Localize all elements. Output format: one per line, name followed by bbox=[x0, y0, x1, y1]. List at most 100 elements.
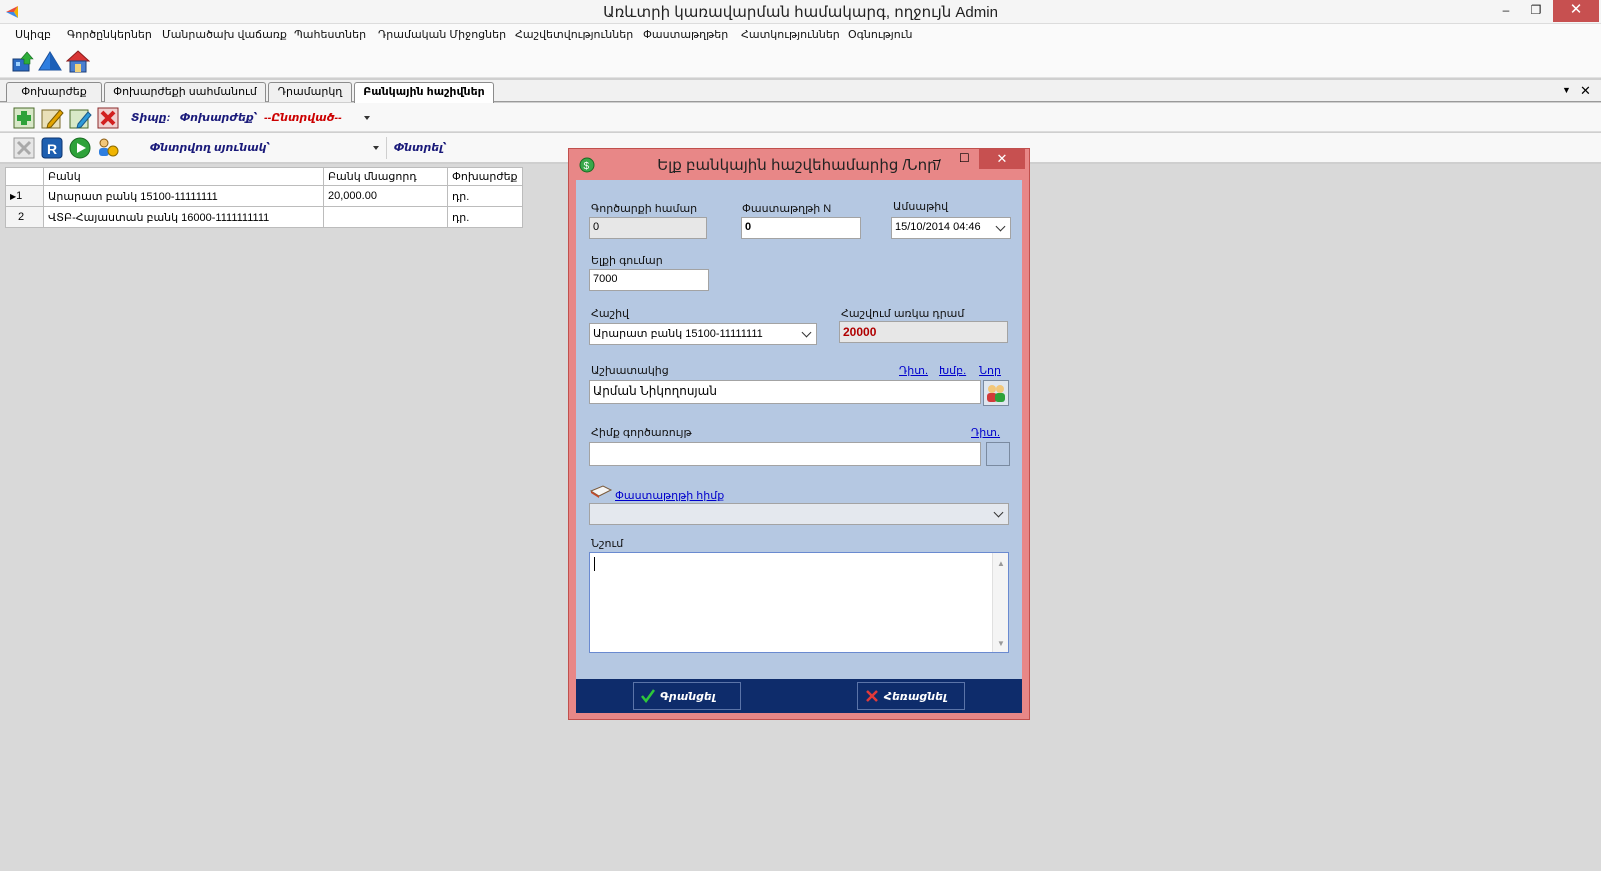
main-toolbar bbox=[0, 46, 1601, 78]
menu-item-home[interactable]: Սկիզբ bbox=[15, 28, 51, 41]
tab-cashbox[interactable]: Դրամարկղ bbox=[268, 82, 352, 102]
delete-record-icon[interactable] bbox=[96, 106, 120, 130]
clear-filter-icon[interactable] bbox=[12, 136, 36, 160]
save-button[interactable]: Գրանցել bbox=[633, 682, 741, 710]
cell-balance[interactable]: 20,000.00 bbox=[323, 185, 448, 207]
dialog-body: Գործարքի համար 0 Փաստաթղթի N 0 Ամսաթիվ 1… bbox=[576, 180, 1022, 679]
basis-field[interactable] bbox=[589, 442, 981, 466]
search-column-label: Փնտրվող սյունակ՝ bbox=[150, 142, 271, 154]
record-toolbar: Տիպը: Փոխարժեք՝ --Ընտրված-- bbox=[0, 103, 1601, 132]
cell-currency[interactable]: դր. bbox=[447, 185, 523, 207]
basis-view-link[interactable]: Դիտ. bbox=[971, 426, 1000, 439]
note-scrollbar[interactable]: ▲ ▼ bbox=[992, 553, 1008, 652]
minimize-button[interactable]: – bbox=[1491, 0, 1521, 22]
note-label: Նշում bbox=[591, 538, 624, 550]
account-value: Արարատ բանկ 15100-11111111 bbox=[593, 328, 763, 340]
tab-exchange-rate-setup[interactable]: Փոխարժեքի սահմանում bbox=[104, 82, 266, 102]
text-cursor bbox=[594, 557, 595, 571]
menu-item-retail[interactable]: Մանրածախ վաճառք bbox=[162, 28, 287, 41]
chevron-down-icon[interactable] bbox=[995, 221, 1006, 232]
svg-text:R: R bbox=[47, 141, 57, 157]
dialog-footer: Գրանցել Հեռացնել bbox=[576, 679, 1022, 713]
copy-record-icon[interactable] bbox=[68, 106, 92, 130]
refresh-icon[interactable]: R bbox=[40, 136, 64, 160]
edit-record-icon[interactable] bbox=[40, 106, 64, 130]
dialog-minimize-button[interactable]: – bbox=[933, 152, 940, 167]
basis-picker-button[interactable] bbox=[986, 442, 1010, 466]
cell-currency[interactable]: դր. bbox=[447, 206, 523, 228]
amount-field[interactable]: 7000 bbox=[589, 269, 709, 291]
balance-field[interactable]: 20000 bbox=[839, 321, 1008, 343]
restore-button[interactable]: ❐ bbox=[1521, 0, 1551, 22]
search-column-dropdown-icon[interactable] bbox=[373, 146, 379, 150]
pyramid-icon[interactable] bbox=[38, 50, 62, 74]
tab-bank-accounts[interactable]: Բանկային հաշիվներ bbox=[354, 82, 494, 103]
doc-basis-select[interactable] bbox=[589, 503, 1009, 525]
checkmark-icon bbox=[641, 689, 655, 703]
window-title: Առևտրի կառավարման համակարգ, ողջույն Admi… bbox=[603, 4, 998, 21]
employee-new-link[interactable]: Նոր bbox=[979, 364, 1001, 377]
house-icon[interactable] bbox=[66, 50, 90, 74]
chevron-down-icon[interactable] bbox=[801, 327, 812, 338]
account-label: Հաշիվ bbox=[591, 308, 630, 320]
row-number-text: 1 bbox=[16, 190, 23, 202]
chevron-down-icon[interactable] bbox=[993, 507, 1004, 518]
dialog-titlebar: $ Ելք բանկային հաշվեհամարից /Նոր/ – ☐ ✕ bbox=[569, 149, 1029, 179]
close-tab-icon[interactable]: ✕ bbox=[1580, 83, 1591, 99]
cell-bank[interactable]: ՎՏԲ-Հայաստան բանկ 16000-1111111111 bbox=[43, 206, 324, 228]
employee-field[interactable]: Արման Նիկողոսյան bbox=[589, 380, 981, 404]
employee-view-link[interactable]: Դիտ. bbox=[899, 364, 928, 377]
users-search-icon[interactable] bbox=[96, 136, 120, 160]
row-header-cell bbox=[5, 167, 44, 186]
doc-number-field[interactable]: 0 bbox=[741, 217, 861, 239]
play-icon[interactable] bbox=[68, 136, 92, 160]
tab-strip: Փոխարժեք Փոխարժեքի սահմանում Դրամարկղ Բա… bbox=[0, 80, 1601, 103]
table-row[interactable]: ▶1 Արարատ բանկ 15100-11111111 20,000.00 … bbox=[5, 185, 523, 207]
dialog-close-button[interactable]: ✕ bbox=[979, 149, 1025, 169]
type-value: Փոխարժեք՝ bbox=[180, 112, 258, 124]
doc-basis-link[interactable]: Փաստաթղթի հիմք bbox=[615, 489, 724, 502]
column-header-balance[interactable]: Բանկ մնացորդ bbox=[323, 167, 448, 186]
row-number: 2 bbox=[5, 206, 44, 228]
menu-item-properties[interactable]: Հատկություններ bbox=[741, 28, 840, 41]
cancel-button[interactable]: Հեռացնել bbox=[857, 682, 965, 710]
window-titlebar: Առևտրի կառավարման համակարգ, ողջույն Admi… bbox=[0, 0, 1601, 24]
bank-accounts-table: Բանկ Բանկ մնացորդ Փոխարժեք ▶1 Արարատ բան… bbox=[5, 167, 523, 228]
basis-label: Հիմք գործառույթ bbox=[591, 427, 692, 439]
tab-list-dropdown-icon[interactable]: ▼ bbox=[1562, 85, 1571, 95]
note-textarea[interactable]: ▲ ▼ bbox=[589, 552, 1009, 653]
account-select[interactable]: Արարատ բանկ 15100-11111111 bbox=[589, 323, 817, 345]
date-picker[interactable]: 15/10/2014 04:46 bbox=[891, 217, 1011, 239]
column-header-bank[interactable]: Բանկ bbox=[43, 167, 324, 186]
toolbar-separator bbox=[386, 137, 387, 159]
menu-item-warehouses[interactable]: Պահեստներ bbox=[294, 28, 366, 41]
menu-item-help[interactable]: Օգնություն bbox=[848, 28, 912, 41]
op-number-field[interactable]: 0 bbox=[589, 217, 707, 239]
chevron-down-icon[interactable] bbox=[364, 116, 370, 120]
type-label: Տիպը: bbox=[131, 112, 171, 124]
tab-exchange-rate[interactable]: Փոխարժեք bbox=[6, 82, 102, 102]
bank-withdrawal-dialog: $ Ելք բանկային հաշվեհամարից /Նոր/ – ☐ ✕ … bbox=[568, 148, 1030, 720]
menu-item-partners[interactable]: Գործընկերներ bbox=[67, 28, 152, 41]
upload-box-icon[interactable] bbox=[10, 50, 34, 74]
scroll-up-icon[interactable]: ▲ bbox=[997, 559, 1005, 568]
close-window-button[interactable]: ✕ bbox=[1553, 0, 1599, 22]
book-icon bbox=[589, 485, 613, 498]
amount-label: Ելքի գումար bbox=[591, 255, 663, 267]
menu-item-cash[interactable]: Դրամական Միջոցներ bbox=[378, 28, 506, 41]
dialog-maximize-button[interactable]: ☐ bbox=[959, 151, 970, 165]
table-row[interactable]: 2 ՎՏԲ-Հայաստան բանկ 16000-1111111111 դր. bbox=[5, 206, 523, 228]
cancel-button-label: Հեռացնել bbox=[884, 691, 947, 703]
employee-picker-icon[interactable] bbox=[983, 380, 1009, 406]
cell-bank[interactable]: Արարատ բանկ 15100-11111111 bbox=[43, 185, 324, 207]
scroll-down-icon[interactable]: ▼ bbox=[997, 639, 1005, 648]
employee-edit-link[interactable]: Խմբ. bbox=[939, 364, 966, 377]
menu-item-reports[interactable]: Հաշվետվություններ bbox=[515, 28, 633, 41]
menu-item-documents[interactable]: Փաստաթղթեր bbox=[643, 28, 728, 41]
add-record-icon[interactable] bbox=[12, 106, 36, 130]
table-header-row: Բանկ Բանկ մնացորդ Փոխարժեք bbox=[5, 167, 523, 186]
column-header-currency[interactable]: Փոխարժեք bbox=[447, 167, 523, 186]
cell-balance[interactable] bbox=[323, 206, 448, 228]
type-filter-select[interactable]: --Ընտրված-- bbox=[264, 111, 342, 124]
cross-icon bbox=[866, 690, 878, 702]
